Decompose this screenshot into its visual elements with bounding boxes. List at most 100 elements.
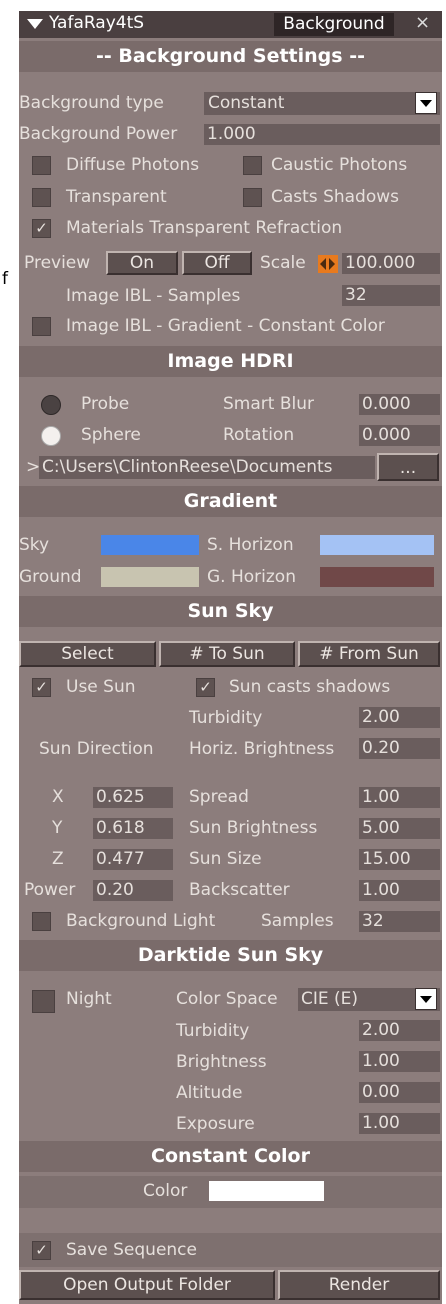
materials-refraction-checkbox[interactable]: ✓ xyxy=(32,219,51,238)
horiz-brightness-field[interactable]: 0.20 xyxy=(359,738,440,759)
probe-label: Probe xyxy=(81,394,130,414)
preview-label: Preview xyxy=(24,253,91,273)
browse-button[interactable]: ... xyxy=(377,453,439,481)
z-label: Z xyxy=(52,849,64,869)
spread-label: Spread xyxy=(189,787,249,807)
background-settings-panel: YafaRay4tS Background × -- Background Se… xyxy=(19,11,442,1304)
s-horizon-color-swatch[interactable] xyxy=(320,535,434,555)
background-type-select[interactable]: Constant xyxy=(204,92,440,115)
altitude-field[interactable]: 0.00 xyxy=(359,1082,440,1103)
color-label: Color xyxy=(143,1181,188,1201)
sun-direction-label: Sun Direction xyxy=(39,739,154,759)
diffuse-photons-label: Diffuse Photons xyxy=(66,155,200,175)
spread-field[interactable]: 1.00 xyxy=(359,787,440,808)
to-sun-button[interactable]: # To Sun xyxy=(159,641,295,667)
tab-background[interactable]: Background xyxy=(274,13,394,36)
ground-label: Ground xyxy=(19,567,82,587)
probe-radio[interactable] xyxy=(41,395,61,415)
sun-z-field[interactable]: 0.477 xyxy=(93,849,173,870)
darktide-brightness-label: Brightness xyxy=(176,1052,267,1072)
section-header-image-hdri: Image HDRI xyxy=(19,346,442,377)
smart-blur-field[interactable]: 0.000 xyxy=(359,394,440,415)
background-light-label: Background Light xyxy=(66,911,216,931)
save-sequence-label: Save Sequence xyxy=(66,1240,197,1260)
casts-shadows-checkbox[interactable] xyxy=(243,188,262,207)
use-sun-checkbox[interactable]: ✓ xyxy=(32,678,51,697)
sun-brightness-label: Sun Brightness xyxy=(189,818,318,838)
open-output-folder-button[interactable]: Open Output Folder xyxy=(19,1270,275,1300)
scale-field[interactable]: 100.000 xyxy=(342,253,440,274)
sun-size-label: Sun Size xyxy=(189,849,262,869)
darktide-brightness-field[interactable]: 1.00 xyxy=(359,1051,440,1072)
sun-casts-shadows-label: Sun casts shadows xyxy=(229,677,391,697)
chevron-down-icon[interactable] xyxy=(415,92,437,114)
preview-on-button[interactable]: On xyxy=(106,251,178,275)
y-label: Y xyxy=(52,818,63,838)
sky-color-swatch[interactable] xyxy=(101,535,199,555)
panel-title-bar: YafaRay4tS Background × xyxy=(19,11,442,38)
s-horizon-label: S. Horizon xyxy=(207,535,294,555)
background-type-label: Background type xyxy=(19,93,164,113)
section-header-gradient: Gradient xyxy=(19,486,442,517)
sphere-radio[interactable] xyxy=(41,426,61,446)
save-sequence-checkbox[interactable]: ✓ xyxy=(32,1241,51,1260)
section-header-background-settings: -- Background Settings -- xyxy=(19,41,442,72)
use-sun-label: Use Sun xyxy=(66,677,136,697)
collapse-arrow-icon[interactable] xyxy=(27,19,43,29)
power-field[interactable]: 0.20 xyxy=(93,880,173,901)
power-label: Power xyxy=(24,880,76,900)
samples-label: Samples xyxy=(261,911,334,931)
constant-color-swatch[interactable] xyxy=(209,1181,324,1201)
backscatter-field[interactable]: 1.00 xyxy=(359,880,440,901)
sun-casts-shadows-checkbox[interactable]: ✓ xyxy=(196,678,215,697)
background-power-field[interactable]: 1.000 xyxy=(204,124,440,145)
materials-refraction-label: Materials Transparent Refraction xyxy=(66,218,343,238)
ground-color-swatch[interactable] xyxy=(101,567,199,587)
rotation-label: Rotation xyxy=(223,425,295,445)
samples-field[interactable]: 32 xyxy=(359,911,440,932)
horiz-brightness-label: Horiz. Brightness xyxy=(189,739,335,759)
night-checkbox[interactable] xyxy=(32,990,55,1013)
hdri-path-field[interactable]: C:\Users\ClintonReese\Documents xyxy=(39,456,375,479)
casts-shadows-label: Casts Shadows xyxy=(271,187,400,207)
ibl-samples-field[interactable]: 32 xyxy=(342,285,440,306)
smart-blur-label: Smart Blur xyxy=(223,394,314,414)
sun-x-field[interactable]: 0.625 xyxy=(93,787,173,808)
night-label: Night xyxy=(66,989,112,1009)
exposure-field[interactable]: 1.00 xyxy=(359,1113,440,1134)
rotation-field[interactable]: 0.000 xyxy=(359,425,440,446)
exposure-label: Exposure xyxy=(176,1114,255,1134)
caustic-photons-label: Caustic Photons xyxy=(271,155,408,175)
scale-stepper-icon[interactable] xyxy=(318,255,338,273)
section-header-constant-color: Constant Color xyxy=(19,1141,442,1172)
background-light-checkbox[interactable] xyxy=(32,912,51,931)
transparent-label: Transparent xyxy=(66,187,167,207)
section-header-sun-sky: Sun Sky xyxy=(19,596,442,627)
caustic-photons-checkbox[interactable] xyxy=(243,156,262,175)
render-button[interactable]: Render xyxy=(278,1270,440,1300)
sun-brightness-field[interactable]: 5.00 xyxy=(359,818,440,839)
sky-label: Sky xyxy=(19,535,50,555)
select-button[interactable]: Select xyxy=(19,641,156,667)
ibl-samples-label: Image IBL - Samples xyxy=(66,286,241,306)
darktide-turbidity-label: Turbidity xyxy=(176,1021,250,1041)
color-space-label: Color Space xyxy=(176,989,278,1009)
g-horizon-color-swatch[interactable] xyxy=(320,567,434,587)
preview-off-button[interactable]: Off xyxy=(182,251,252,275)
ibl-gradient-checkbox[interactable] xyxy=(32,317,51,336)
sun-y-field[interactable]: 0.618 xyxy=(93,818,173,839)
turbidity-label: Turbidity xyxy=(189,708,263,728)
g-horizon-label: G. Horizon xyxy=(207,567,296,587)
background-power-label: Background Power xyxy=(19,124,178,144)
close-icon[interactable]: × xyxy=(415,12,430,33)
sun-size-field[interactable]: 15.00 xyxy=(359,849,440,870)
sphere-label: Sphere xyxy=(81,425,141,445)
transparent-checkbox[interactable] xyxy=(32,188,51,207)
diffuse-photons-checkbox[interactable] xyxy=(32,156,51,175)
from-sun-button[interactable]: # From Sun xyxy=(298,641,440,667)
chevron-down-icon[interactable] xyxy=(415,988,437,1010)
turbidity-field[interactable]: 2.00 xyxy=(359,707,440,728)
x-label: X xyxy=(52,787,64,807)
darktide-turbidity-field[interactable]: 2.00 xyxy=(359,1020,440,1041)
backscatter-label: Backscatter xyxy=(189,880,290,900)
